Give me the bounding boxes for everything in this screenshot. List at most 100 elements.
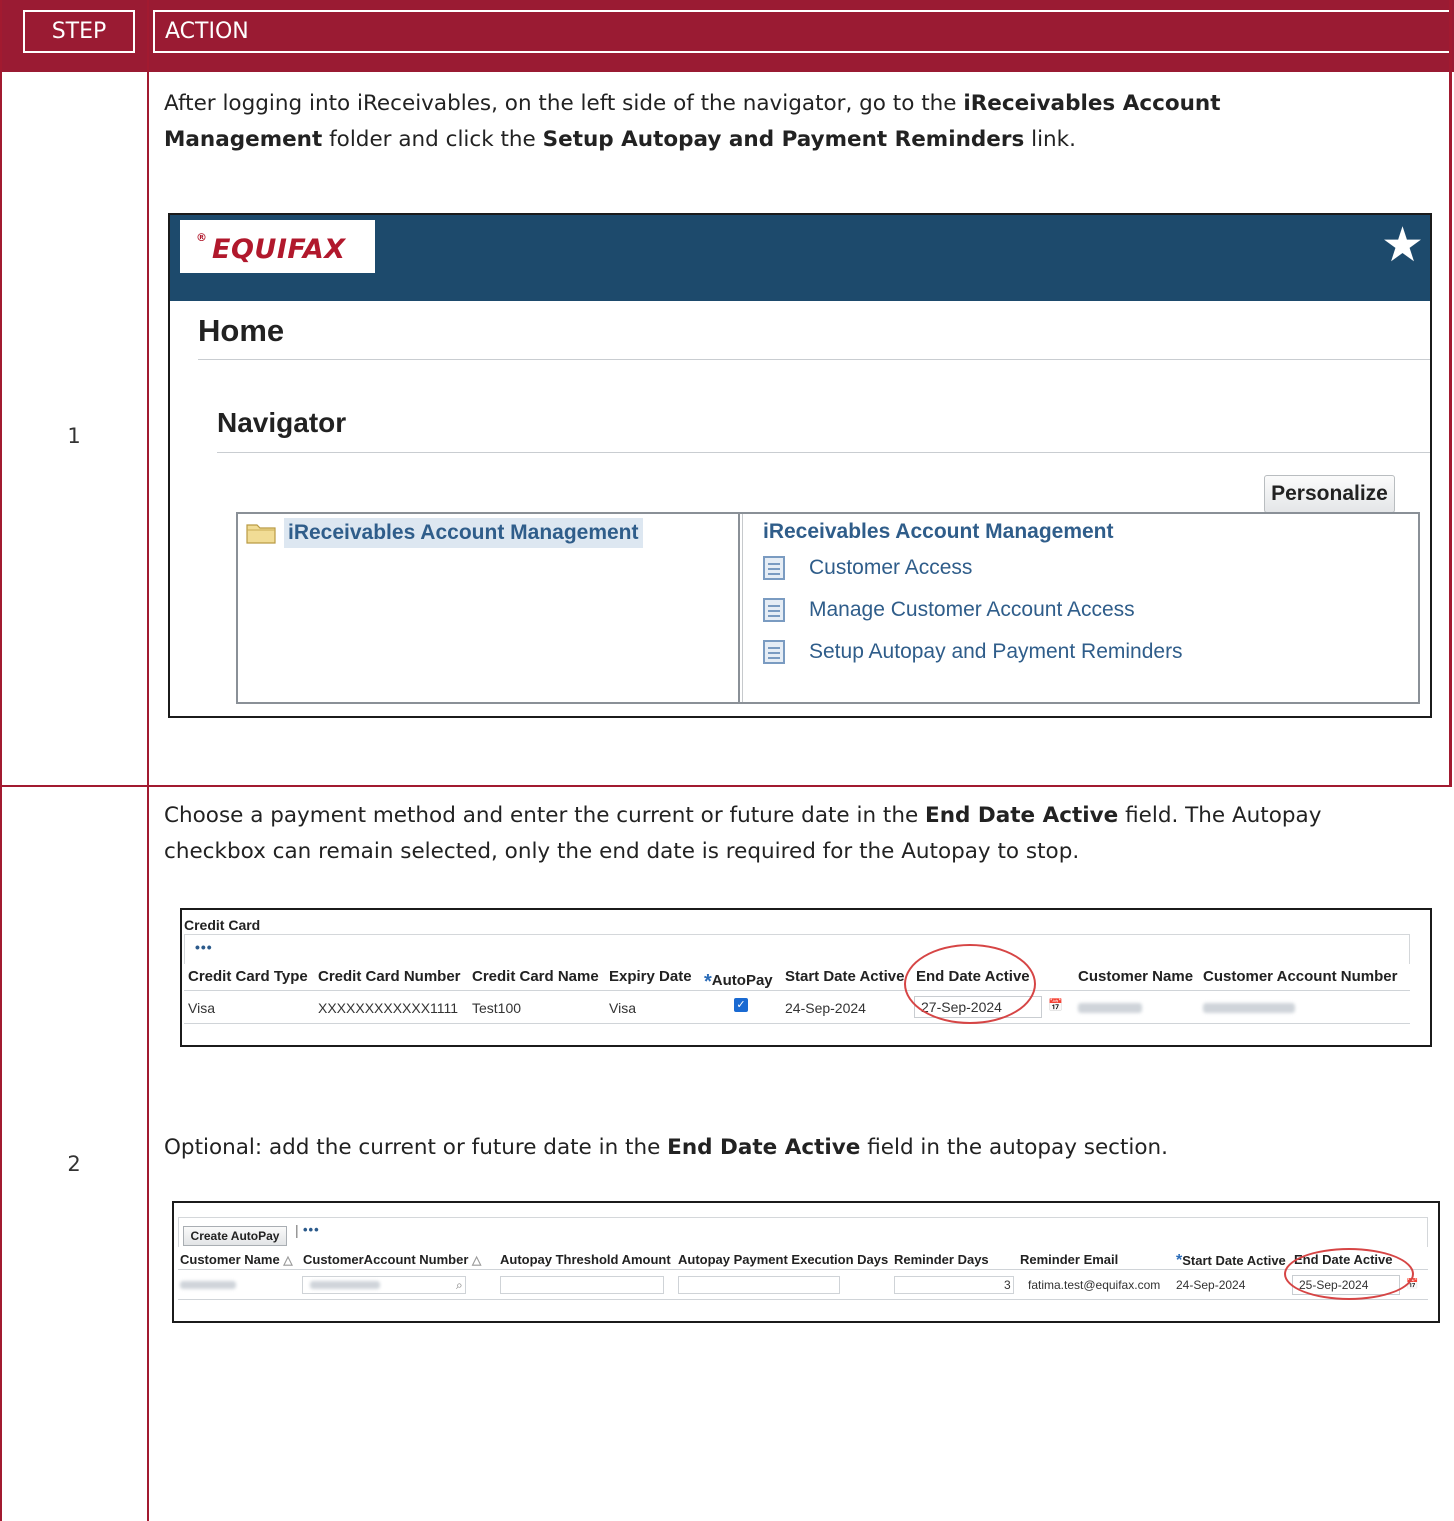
- column-header-label: AutoPay: [711, 972, 773, 989]
- navigator-screenshot: EQUIFAX ® ★ Home Navigator Personalize iR…: [168, 213, 1432, 718]
- step-column-header: STEP: [23, 10, 135, 53]
- link-manage-customer-account-access[interactable]: Manage Customer Account Access: [763, 596, 1363, 626]
- step-number-2: 2: [67, 1152, 81, 1176]
- instruction-text: Choose a payment method and enter the cu…: [164, 803, 926, 828]
- link-label[interactable]: Setup Autopay and Payment Reminders: [809, 638, 1183, 666]
- reminder-days-value: 3: [1004, 1278, 1011, 1292]
- search-icon[interactable]: ⌕: [456, 1278, 463, 1293]
- table-header: STEP ACTION: [0, 0, 1454, 72]
- column-header: Customer Account Number: [1203, 968, 1398, 985]
- calendar-icon[interactable]: 📅: [1048, 998, 1063, 1012]
- column-header: Autopay Payment Execution Days: [678, 1252, 889, 1267]
- customer-account-number-redacted: [310, 1281, 380, 1289]
- column-header-label: Customer Name: [180, 1252, 280, 1267]
- personalize-button[interactable]: Personalize: [1264, 475, 1395, 513]
- column-header: Expiry Date: [609, 968, 692, 985]
- table-left-border: [0, 0, 2, 1521]
- navigator-links-panel: iReceivables Account Management Customer…: [742, 514, 1420, 702]
- more-actions-icon[interactable]: •••: [195, 939, 213, 955]
- table-right-border: [1449, 0, 1452, 787]
- instruction-text: link.: [1024, 127, 1076, 152]
- step-2-optional-instruction: Optional: add the current or future date…: [164, 1130, 1404, 1166]
- customer-account-number-redacted: [1203, 1003, 1295, 1013]
- home-title: Home: [198, 313, 285, 348]
- document-icon: [763, 556, 785, 580]
- create-autopay-button[interactable]: Create AutoPay: [183, 1226, 287, 1246]
- table-cell: 24-Sep-2024: [785, 1000, 866, 1016]
- table-column-divider: [147, 0, 149, 1521]
- column-header: Customer Name: [1078, 968, 1194, 985]
- divider: [217, 452, 1430, 453]
- row-divider: [184, 990, 1410, 991]
- column-header: Autopay Threshold Amount: [500, 1252, 671, 1267]
- instruction-text: After logging into iReceivables, on the …: [164, 91, 964, 116]
- folder-ireceivables-account-management[interactable]: iReceivables Account Management: [284, 518, 643, 548]
- toolbar-separator: |: [295, 1222, 299, 1238]
- highlight-circle: [904, 944, 1036, 1024]
- customer-name-redacted: [180, 1281, 236, 1289]
- more-actions-icon[interactable]: •••: [303, 1222, 320, 1237]
- column-header: CustomerAccount Number △: [303, 1252, 481, 1267]
- start-date-value: 24-Sep-2024: [1176, 1278, 1246, 1292]
- column-header: Reminder Email: [1020, 1252, 1119, 1267]
- instruction-bold: Setup Autopay and Payment Reminders: [542, 127, 1025, 152]
- column-header: Start Date Active: [785, 968, 905, 985]
- reminder-email-value: fatima.test@equifax.com: [1028, 1278, 1161, 1292]
- document-icon: [763, 640, 785, 664]
- autopay-screenshot: Create AutoPay | ••• Customer Name △ Cus…: [172, 1201, 1440, 1323]
- instruction-text: Optional: add the current or future date…: [164, 1135, 668, 1160]
- credit-card-toolbar: •••: [184, 934, 1410, 964]
- autopay-threshold-amount-input[interactable]: [500, 1276, 664, 1294]
- row-divider: [178, 1299, 1428, 1300]
- table-cell: Visa: [188, 1000, 215, 1016]
- instruction-bold: End Date Active: [667, 1135, 861, 1160]
- navigator-panel: iReceivables Account Management iReceiva…: [236, 512, 1420, 704]
- row-divider: [178, 1269, 1428, 1270]
- column-header: Credit Card Type: [188, 968, 308, 985]
- row-divider: [184, 1023, 1410, 1024]
- column-header: Credit Card Name: [472, 968, 599, 985]
- reminder-days-input[interactable]: [894, 1276, 1014, 1294]
- customer-name-redacted: [1078, 1003, 1142, 1013]
- folder-icon: [246, 524, 276, 544]
- column-header-label: CustomerAccount Number: [303, 1252, 469, 1267]
- highlight-circle: [1284, 1248, 1414, 1300]
- equifax-header-bar: EQUIFAX ® ★: [170, 215, 1430, 301]
- link-setup-autopay-and-payment-reminders[interactable]: Setup Autopay and Payment Reminders: [763, 638, 1363, 668]
- navigator-title: Navigator: [217, 407, 347, 438]
- table-cell: XXXXXXXXXXXX1111: [318, 1000, 459, 1016]
- navigator-folder-tree: iReceivables Account Management: [238, 514, 740, 702]
- instruction-text: folder and click the: [322, 127, 543, 152]
- favorite-star-icon[interactable]: ★: [1381, 217, 1424, 273]
- table-cell: Visa: [609, 1000, 636, 1016]
- links-panel-title: iReceivables Account Management: [763, 520, 1114, 543]
- sort-icon[interactable]: △: [472, 1253, 481, 1267]
- step-number-1: 1: [67, 424, 81, 448]
- table-cell: Test100: [472, 1000, 522, 1016]
- credit-card-screenshot: Credit Card ••• Credit Card Type Credit …: [180, 908, 1432, 1047]
- column-header: *AutoPay: [704, 968, 773, 993]
- column-header: Reminder Days: [894, 1252, 989, 1267]
- link-customer-access[interactable]: Customer Access: [763, 554, 1363, 584]
- column-header: Customer Name △: [180, 1252, 293, 1267]
- required-star-icon: *: [1176, 1252, 1183, 1269]
- link-label[interactable]: Manage Customer Account Access: [809, 596, 1135, 624]
- step-2-instruction: Choose a payment method and enter the cu…: [164, 798, 1404, 870]
- credit-card-section-title: Credit Card: [184, 917, 261, 933]
- column-header: *Start Date Active: [1176, 1252, 1286, 1270]
- link-label[interactable]: Customer Access: [809, 554, 972, 582]
- step-1-instruction: After logging into iReceivables, on the …: [164, 86, 1384, 158]
- row-divider: [0, 785, 1452, 787]
- autopay-execution-days-input[interactable]: [678, 1276, 840, 1294]
- document-icon: [763, 598, 785, 622]
- equifax-logo: EQUIFAX ®: [180, 220, 375, 273]
- instruction-text: field in the autopay section.: [860, 1135, 1169, 1160]
- action-column-header: ACTION: [153, 10, 1452, 53]
- divider: [198, 359, 1430, 360]
- autopay-toolbar: Create AutoPay | •••: [178, 1217, 1428, 1247]
- sort-icon[interactable]: △: [283, 1253, 292, 1267]
- instruction-bold: End Date Active: [925, 803, 1119, 828]
- autopay-checkbox[interactable]: ✓: [734, 998, 748, 1012]
- column-header: Credit Card Number: [318, 968, 461, 985]
- column-header-label: Start Date Active: [1182, 1253, 1286, 1268]
